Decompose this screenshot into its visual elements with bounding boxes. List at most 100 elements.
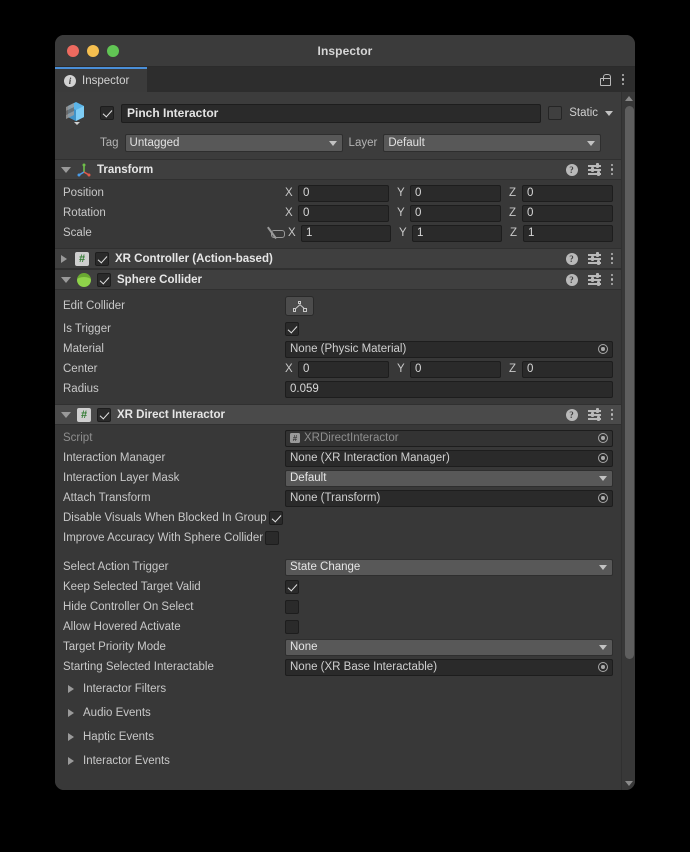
component-enabled-checkbox[interactable] [97, 407, 111, 422]
constrain-proportions-off-icon[interactable] [270, 227, 285, 239]
help-icon[interactable]: ? [565, 408, 578, 421]
chevron-down-icon [599, 644, 607, 650]
object-picker-icon[interactable] [598, 344, 608, 354]
scrollbar-thumb[interactable] [624, 106, 634, 659]
object-picker-icon[interactable] [598, 453, 608, 463]
material-value: None (Physic Material) [290, 343, 407, 355]
foldout-arrow-icon [68, 685, 76, 693]
foldout-arrow-icon[interactable] [61, 411, 71, 418]
position-x-input[interactable]: 0 [298, 184, 389, 202]
scroll-down-arrow-icon[interactable] [625, 781, 633, 786]
inspector-window: Inspector i Inspector Pinch Interactor S… [55, 35, 635, 790]
position-y-input[interactable]: 0 [410, 184, 501, 202]
layer-value: Default [388, 137, 425, 149]
center-z-input[interactable]: 0 [522, 360, 613, 378]
property-label: Interaction Layer Mask [63, 472, 180, 484]
tag-dropdown[interactable]: Untagged [124, 134, 343, 152]
scroll-up-arrow-icon[interactable] [625, 96, 633, 101]
component-enabled-checkbox[interactable] [97, 272, 111, 287]
property-label: Position [63, 187, 104, 199]
hide-controller-on-select-checkbox[interactable] [285, 600, 299, 614]
keep-selected-target-valid-checkbox[interactable] [285, 580, 299, 594]
prefab-cube-icon [63, 98, 93, 128]
component-header-transform[interactable]: Transform ? [55, 159, 621, 180]
center-x-input[interactable]: 0 [298, 360, 389, 378]
foldout-interactor-filters[interactable]: Interactor Filters [63, 677, 613, 701]
foldout-arrow-icon [68, 733, 76, 741]
static-label: Static [569, 107, 598, 119]
interaction-manager-object-field[interactable]: None (XR Interaction Manager) [285, 449, 613, 467]
rotation-y-input[interactable]: 0 [410, 204, 501, 222]
improve-accuracy-with-sphere-collider-checkbox[interactable] [265, 531, 280, 545]
edit-collider-button[interactable] [285, 296, 314, 316]
allow-hovered-activate-checkbox[interactable] [285, 620, 299, 634]
object-picker-icon[interactable] [598, 493, 608, 503]
help-icon[interactable]: ? [565, 273, 578, 286]
foldout-arrow-icon[interactable] [61, 254, 69, 263]
is-trigger-checkbox[interactable] [285, 322, 299, 336]
component-enabled-checkbox[interactable] [95, 251, 109, 266]
preset-icon[interactable] [587, 273, 601, 286]
gameobject-tag-layer-row: Tag Untagged Layer Default [63, 134, 613, 152]
select-action-trigger-dropdown[interactable]: State Change [285, 558, 613, 576]
preset-icon[interactable] [587, 408, 601, 421]
window-titlebar: Inspector [55, 35, 635, 67]
scale-z-input[interactable]: 1 [523, 224, 613, 242]
help-icon[interactable]: ? [565, 163, 578, 176]
layer-dropdown[interactable]: Default [383, 134, 602, 152]
foldout-arrow-icon[interactable] [61, 276, 71, 283]
foldout-haptic-events[interactable]: Haptic Events [63, 725, 613, 749]
component-menu-icon[interactable] [610, 408, 613, 421]
property-row-starting-selected-interactable: Starting Selected Interactable None (XR … [63, 657, 613, 677]
tag-value: Untagged [129, 137, 180, 149]
kebab-menu-icon[interactable] [621, 73, 624, 86]
component-menu-icon[interactable] [610, 252, 613, 265]
foldout-arrow-icon[interactable] [61, 166, 71, 173]
static-checkbox[interactable] [548, 106, 563, 120]
static-dropdown-arrow-icon[interactable] [605, 110, 613, 116]
starting-selected-interactable-object-field[interactable]: None (XR Base Interactable) [285, 658, 613, 676]
component-menu-icon[interactable] [610, 163, 613, 176]
position-z-input[interactable]: 0 [522, 184, 613, 202]
target-priority-mode-dropdown[interactable]: None [285, 638, 613, 656]
component-header-xr-direct-interactor[interactable]: # XR Direct Interactor ? [55, 404, 621, 425]
axis-label-y: Y [399, 227, 407, 239]
help-icon[interactable]: ? [565, 252, 578, 265]
component-header-xr-controller[interactable]: # XR Controller (Action-based) ? [55, 248, 621, 269]
gameobject-name-input[interactable]: Pinch Interactor [121, 103, 542, 123]
transform-gizmo-icon [77, 163, 91, 177]
gameobject-enabled-checkbox[interactable] [100, 106, 114, 120]
component-actions: ? [565, 273, 613, 286]
axis-label-x: X [285, 187, 293, 199]
tab-inspector[interactable]: i Inspector [55, 67, 147, 92]
foldout-label: Interactor Events [83, 755, 170, 767]
object-picker-icon[interactable] [598, 662, 608, 672]
axis-label-x: X [285, 207, 293, 219]
center-y-input[interactable]: 0 [410, 360, 501, 378]
component-header-sphere-collider[interactable]: Sphere Collider ? [55, 269, 621, 290]
radius-input[interactable]: 0.059 [285, 380, 613, 398]
window-title: Inspector [317, 43, 373, 58]
vertical-scrollbar[interactable] [621, 92, 635, 790]
inspector-body: Pinch Interactor Static Tag Untagged Lay… [55, 92, 635, 790]
scale-y-input[interactable]: 1 [412, 224, 502, 242]
property-label: Center [63, 363, 98, 375]
scale-x-input[interactable]: 1 [301, 224, 391, 242]
rotation-z-input[interactable]: 0 [522, 204, 613, 222]
foldout-audio-events[interactable]: Audio Events [63, 701, 613, 725]
foldout-interactor-events[interactable]: Interactor Events [63, 749, 613, 773]
property-label: Starting Selected Interactable [63, 661, 214, 673]
interaction-layer-mask-dropdown[interactable]: Default [285, 469, 613, 487]
property-row-target-priority-mode: Target Priority Mode None [63, 637, 613, 657]
preset-icon[interactable] [587, 163, 601, 176]
preset-icon[interactable] [587, 252, 601, 265]
foldout-label: Audio Events [83, 707, 151, 719]
script-asset-icon: # [290, 433, 300, 443]
attach-transform-object-field[interactable]: None (Transform) [285, 489, 613, 507]
lock-open-icon[interactable] [599, 73, 611, 86]
component-menu-icon[interactable] [610, 273, 613, 286]
material-object-field[interactable]: None (Physic Material) [285, 340, 613, 358]
rotation-x-input[interactable]: 0 [298, 204, 389, 222]
component-title: XR Direct Interactor [117, 408, 226, 421]
disable-visuals-when-blocked-in-group-checkbox[interactable] [268, 511, 283, 525]
